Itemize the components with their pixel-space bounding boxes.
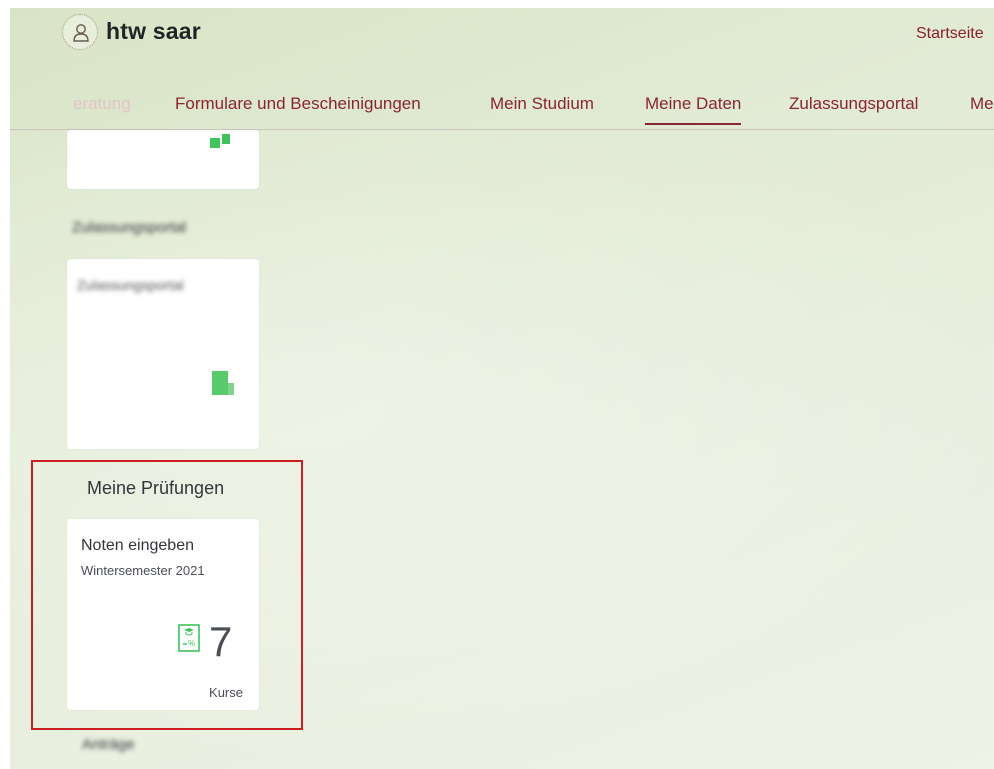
tile-icon-part — [222, 134, 230, 144]
tab-meine-daten[interactable]: Meine Daten — [645, 90, 742, 130]
space-navigation: eratung Formulare und Bescheinigungen Me… — [10, 90, 994, 130]
tile-icon-part — [228, 383, 234, 395]
tile-title: Zulassungsportal — [77, 277, 184, 293]
tab-mein-studium[interactable]: Mein Studium — [490, 90, 594, 130]
tab-beratung[interactable]: eratung — [73, 90, 131, 130]
group-title-antraege: Anträge — [82, 736, 135, 753]
user-icon — [73, 24, 89, 42]
shell-bar: htw saar Startseite — [10, 8, 994, 64]
tile-icon — [212, 371, 228, 395]
htw-saar-logo[interactable]: htw saar — [106, 18, 201, 45]
highlight-box — [31, 460, 303, 730]
group-title-zulassung: Zulassungsportal — [72, 219, 187, 236]
tab-formulare[interactable]: Formulare und Bescheinigungen — [175, 90, 421, 130]
tab-zulassungsportal[interactable]: Zulassungsportal — [789, 90, 918, 130]
home-link[interactable]: Startseite — [916, 25, 984, 43]
launchpad: htw saar Startseite eratung Formulare un… — [10, 8, 994, 769]
tab-more[interactable]: Me — [970, 90, 994, 130]
tile-zulassungsportal[interactable]: Zulassungsportal — [67, 259, 259, 449]
user-avatar[interactable] — [62, 14, 98, 50]
tile-partial-top[interactable] — [67, 130, 259, 189]
tile-icon — [210, 138, 220, 148]
